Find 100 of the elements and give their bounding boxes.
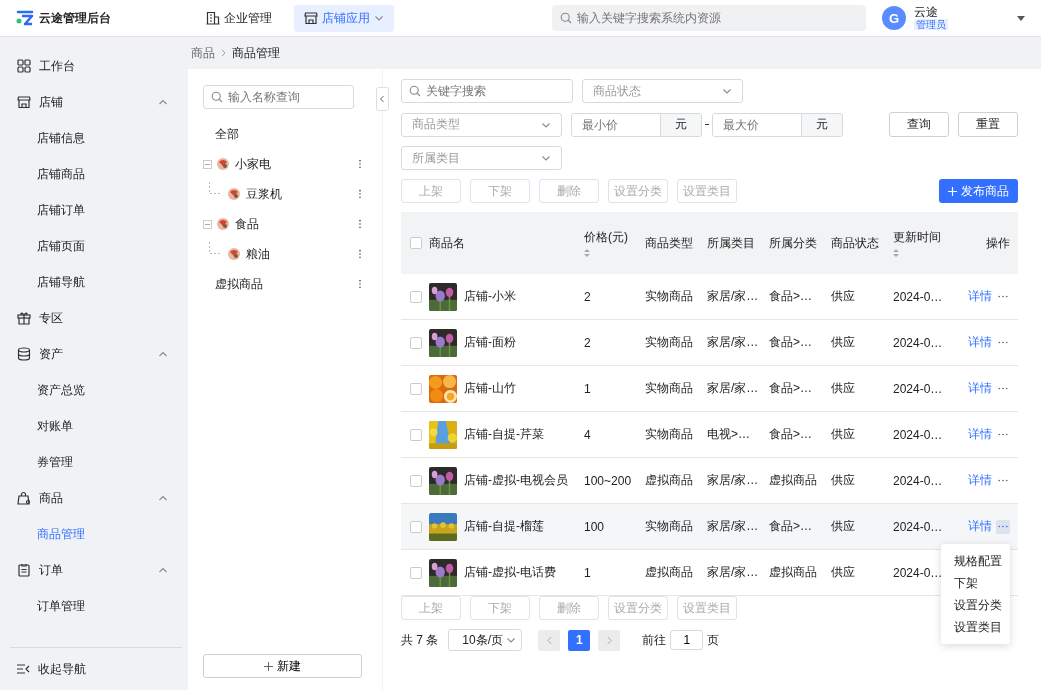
page-size-select[interactable]: 10条/页	[448, 629, 523, 651]
collapse-menu-icon[interactable]	[16, 662, 30, 676]
collapse-panel-icon[interactable]	[376, 87, 389, 111]
more-button[interactable]	[996, 519, 1010, 534]
new-category-button[interactable]: 新建	[203, 654, 362, 678]
detail-link[interactable]: 详情	[968, 518, 992, 535]
sidebar-subitem[interactable]: 店铺页面	[0, 228, 188, 264]
table-cell-text: 电视>…	[707, 426, 751, 443]
top-nav-tab[interactable]: 店铺应用	[294, 4, 394, 32]
query-button[interactable]: 查询	[889, 112, 949, 137]
caret-down-icon[interactable]	[1017, 15, 1025, 21]
table-cell-text: 实物商品	[645, 380, 694, 397]
sidebar-subitem[interactable]: 对账单	[0, 408, 188, 444]
sort-icon[interactable]	[584, 247, 590, 258]
detail-link[interactable]: 详情	[968, 380, 992, 397]
row-checkbox[interactable]	[410, 336, 422, 349]
column-header: 商品类型	[645, 234, 694, 252]
table-cell-text: 100	[584, 519, 606, 534]
detail-link[interactable]: 详情	[968, 472, 992, 489]
tree-item[interactable]: 豆浆机	[228, 183, 362, 205]
more-vertical-icon[interactable]	[358, 219, 362, 229]
name-search-field[interactable]: 输入名称查询	[203, 85, 354, 109]
sidebar-item[interactable]: 店铺	[0, 84, 188, 120]
table-cell: 店铺-虚拟-电话费	[464, 564, 556, 581]
table-cell-text: 食品>…	[769, 288, 813, 305]
tree-item[interactable]: 小家电	[217, 153, 362, 175]
table-cell: 店铺-虚拟-电视会员	[464, 472, 568, 489]
column-header[interactable]: 价格(元)	[584, 228, 645, 258]
logo-icon	[16, 10, 34, 26]
tree-item[interactable]: 粮油	[228, 243, 362, 265]
table-cell-text: 2	[584, 289, 592, 304]
tree-connector-icon	[209, 242, 220, 254]
column-header: 操作	[985, 234, 1011, 252]
user-name: 云途	[914, 5, 938, 20]
currency-unit: 元	[801, 113, 842, 136]
collapse-icon[interactable]	[203, 219, 212, 229]
global-search-field[interactable]: 输入关键字搜索系统内资源	[552, 5, 866, 31]
row-checkbox[interactable]	[410, 566, 422, 579]
tree-connector-icon	[209, 182, 220, 194]
page-button[interactable]: 1	[568, 629, 591, 651]
sidebar-subitem[interactable]: 券管理	[0, 444, 188, 480]
column-header[interactable]: 更新时间	[893, 228, 955, 258]
sidebar-subitem[interactable]: 店铺导航	[0, 264, 188, 300]
menu-item[interactable]: 设置类目	[941, 616, 1010, 638]
goto-page-field[interactable]: 1	[670, 630, 704, 650]
top-nav-tab[interactable]: 企业管理	[196, 4, 282, 32]
table-cell-text: 食品>…	[769, 426, 813, 443]
table-cell-text: 1	[584, 565, 592, 580]
publish-button[interactable]: 发布商品	[939, 179, 1018, 203]
select-all-checkbox[interactable]	[410, 237, 422, 249]
more-vertical-icon[interactable]	[358, 249, 362, 259]
row-checkbox[interactable]	[410, 428, 422, 441]
breadcrumb-item[interactable]: 商品	[191, 44, 215, 62]
tree-item[interactable]: 全部	[203, 123, 362, 145]
keyword-search-field[interactable]: 关键字搜索	[401, 79, 573, 103]
collapse-icon[interactable]	[203, 159, 212, 169]
table-cell-text: 2	[584, 335, 592, 350]
collapse-nav-link[interactable]: 收起导航	[38, 660, 86, 678]
sidebar-item[interactable]: 订单	[0, 552, 188, 588]
sidebar-item[interactable]: 专区	[0, 300, 188, 336]
detail-link[interactable]: 详情	[968, 426, 992, 443]
menu-item[interactable]: 规格配置	[941, 550, 1010, 572]
more-icon	[998, 525, 1008, 528]
more-icon	[998, 479, 1008, 482]
menu-item[interactable]: 设置分类	[941, 594, 1010, 616]
category-avatar-icon	[217, 158, 229, 170]
reset-button[interactable]: 重置	[958, 112, 1018, 137]
table-cell-text: 100~200	[584, 473, 633, 488]
tree-item[interactable]: 食品	[217, 213, 362, 235]
sidebar-subitem[interactable]: 资产总览	[0, 372, 188, 408]
max-price-field[interactable]: 最大价 元	[712, 112, 843, 137]
sidebar-item[interactable]: 资产	[0, 336, 188, 372]
table-cell-text: 实物商品	[645, 426, 694, 443]
row-checkbox[interactable]	[410, 290, 422, 303]
sidebar-subitem[interactable]: 商品管理	[0, 516, 188, 552]
grid-icon	[17, 59, 31, 73]
tree-item[interactable]: 虚拟商品	[203, 273, 362, 295]
sidebar-subitem[interactable]: 店铺商品	[0, 156, 188, 192]
table-cell-text: 4	[584, 427, 592, 442]
row-checkbox[interactable]	[410, 474, 422, 487]
min-price-field[interactable]: 最小价 元	[571, 112, 702, 137]
sidebar-item[interactable]: 商品	[0, 480, 188, 516]
more-vertical-icon[interactable]	[358, 159, 362, 169]
column-header: 商品状态	[831, 234, 880, 252]
sidebar-subitem[interactable]: 店铺订单	[0, 192, 188, 228]
chevron-down-icon	[374, 13, 384, 23]
more-vertical-icon[interactable]	[358, 279, 362, 289]
page-suffix: 页	[707, 631, 720, 649]
sidebar-subitem[interactable]: 订单管理	[0, 588, 188, 624]
detail-link[interactable]: 详情	[968, 288, 992, 305]
sidebar-item[interactable]: 工作台	[0, 48, 188, 84]
sidebar-subitem[interactable]: 店铺信息	[0, 120, 188, 156]
row-checkbox[interactable]	[410, 520, 422, 533]
detail-link[interactable]: 详情	[968, 334, 992, 351]
row-checkbox[interactable]	[410, 382, 422, 395]
goto-label: 前往	[642, 631, 667, 649]
menu-item[interactable]: 下架	[941, 572, 1010, 594]
table-cell-text: 食品>…	[769, 380, 813, 397]
sort-icon[interactable]	[893, 247, 899, 258]
more-vertical-icon[interactable]	[358, 189, 362, 199]
